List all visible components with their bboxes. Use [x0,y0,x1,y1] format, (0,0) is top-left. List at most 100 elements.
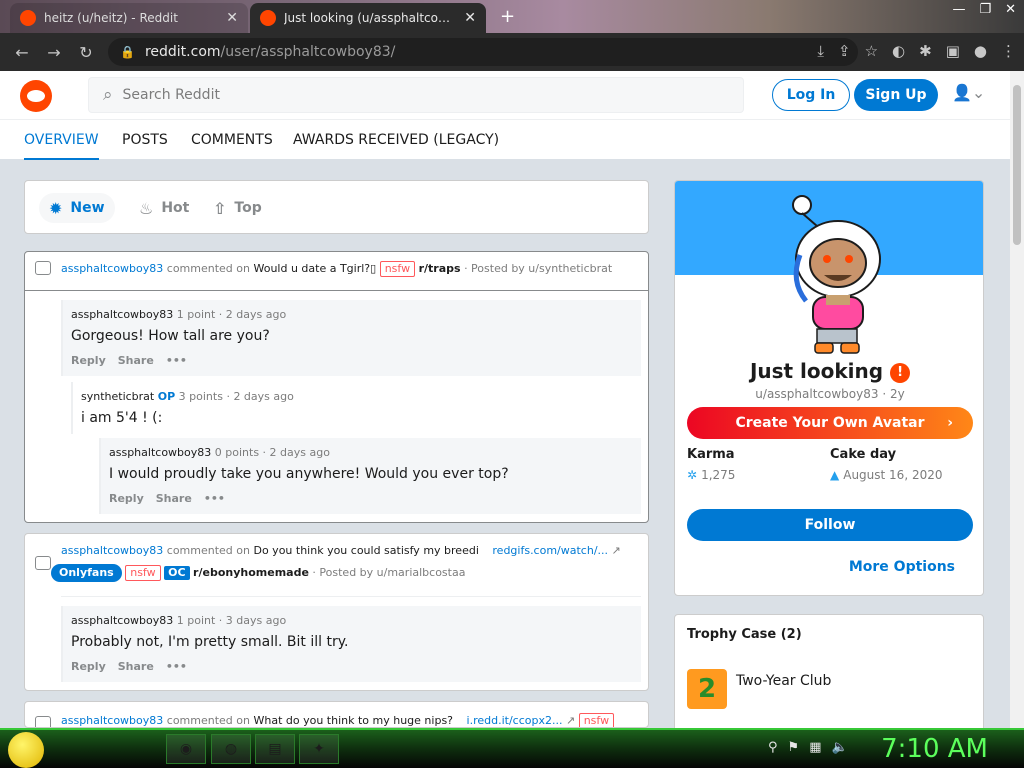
comment-thread-card[interactable]: assphaltcowboy83 commented on Do you thi… [24,533,649,691]
reply-button[interactable]: Reply [109,492,144,505]
account-icon[interactable]: ● [974,42,987,60]
menu-kebab-icon[interactable]: ⋮ [1001,42,1016,60]
search-tray-icon[interactable]: ⚲ [768,740,778,755]
comment-meta: assphaltcowboy83 1 point · 2 days ago [71,308,286,321]
thread-title[interactable]: Do you think you could satisfy my breedi [253,544,478,557]
thread-verb: commented on [166,714,250,727]
chrome-taskbar-icon[interactable]: ◉ [166,734,206,764]
thread-title[interactable]: Would u date a Tgirl?▯ [253,262,376,275]
cakeday-label: Cake day [830,447,897,462]
folder-taskbar-icon[interactable]: ▤ [255,734,295,764]
tab-comments[interactable]: COMMENTS [191,120,273,160]
reply-button[interactable]: Reply [71,354,106,367]
share-icon[interactable]: ⇪ [838,42,851,60]
forward-icon[interactable]: → [38,43,70,62]
sort-top-button[interactable]: ⇧ Top [203,193,272,223]
profile-card: Just looking ! u/assphaltcowboy83 · 2y C… [674,180,984,596]
reply-button[interactable]: Reply [71,660,106,673]
minimize-icon[interactable]: — [952,2,965,17]
sort-new-button[interactable]: ✹ New [39,193,115,223]
karma-stat: Karma ✲ 1,275 [687,447,735,482]
thread-title[interactable]: What do you think to my huge nips? [253,714,453,727]
start-button-icon[interactable] [8,732,44,768]
profile-display-name: Just looking ! [675,359,983,383]
nsfw-warning-icon: ! [890,362,911,383]
comment-user[interactable]: assphaltcowboy83 [109,446,211,459]
share-button[interactable]: Share [156,492,192,505]
more-options-link[interactable]: More Options [849,559,955,575]
browser-tab[interactable]: heitz (u/heitz) - Reddit ✕ [10,3,248,33]
sidepanel-icon[interactable]: ▣ [946,42,960,60]
address-bar[interactable]: 🔒 reddit.com/user/assphaltcowboy83/ [108,38,858,66]
nsfw-flair: nsfw [125,565,161,581]
thread-header: assphaltcowboy83 commented on What do yo… [25,702,648,727]
comment-score-time: 1 point · 3 days ago [176,614,287,627]
close-icon[interactable]: ✕ [226,10,238,26]
extensions-icon[interactable]: ✱ [919,42,932,60]
external-link[interactable]: i.redd.it/ccopx2... [467,714,563,727]
maximize-icon[interactable]: ❐ [979,2,991,17]
comment-thread-card[interactable]: assphaltcowboy83 commented on What do yo… [24,701,649,728]
subreddit-link[interactable]: r/ebonyhomemade [193,566,309,579]
posted-by[interactable]: · Posted by u/syntheticbrat [464,262,612,275]
cake-icon: ▲ [830,468,840,482]
comment-body: Probably not, I'm pretty small. Bit ill … [71,634,349,650]
app-taskbar-icon[interactable]: ✦ [299,734,339,764]
comment-score-time: 0 points · 2 days ago [214,446,330,459]
login-button[interactable]: Log In [772,79,850,111]
browser-tabbar: heitz (u/heitz) - Reddit ✕ Just looking … [0,0,1024,33]
external-link[interactable]: redgifs.com/watch/... [492,544,608,557]
tab-overview[interactable]: OVERVIEW [24,120,99,160]
network-tray-icon[interactable]: ▦ [809,740,821,755]
share-button[interactable]: Share [118,354,154,367]
onlyfans-flair: Onlyfans [51,564,122,582]
bookmark-star-icon[interactable]: ☆ [865,42,878,60]
reddit-favicon-icon [260,10,276,26]
create-avatar-button[interactable]: Create Your Own Avatar › [687,407,973,439]
chevron-right-icon: › [947,415,953,431]
signup-button[interactable]: Sign Up [854,79,938,111]
new-tab-icon[interactable]: + [500,6,515,27]
profile-flag-icon[interactable]: ◐ [892,42,905,60]
comment-user[interactable]: assphaltcowboy83 [71,614,173,627]
reload-icon[interactable]: ↻ [70,43,102,62]
back-icon[interactable]: ← [6,43,38,62]
thread-user[interactable]: assphaltcowboy83 [61,714,163,727]
taskbar-clock[interactable]: 7:10 AM [881,734,988,764]
comment-user[interactable]: syntheticbrat [81,390,154,403]
close-icon[interactable]: ✕ [464,10,476,26]
share-button[interactable]: Share [118,660,154,673]
karma-label: Karma [687,447,735,462]
close-window-icon[interactable]: ✕ [1005,2,1016,17]
install-icon[interactable]: ⤓ [817,42,824,60]
search-input[interactable]: ⌕ Search Reddit [88,77,744,113]
sort-hot-button[interactable]: ♨ Hot [129,193,199,223]
more-icon[interactable]: ••• [166,354,187,367]
lock-icon: 🔒 [120,45,135,59]
browser-tab-active[interactable]: Just looking (u/assphaltcowboy83) ✕ [250,3,486,33]
volume-tray-icon[interactable]: 🔈 [831,740,847,755]
cakeday-stat: Cake day ▲ August 16, 2020 [830,447,942,482]
comment-thread-card[interactable]: assphaltcowboy83 commented on Would u da… [24,251,649,523]
page-scrollbar[interactable] [1010,71,1024,728]
user-menu-icon[interactable]: 👤⌄ [952,83,985,102]
comment: syntheticbrat OP 3 points · 2 days ago i… [71,382,641,434]
subreddit-link[interactable]: r/traps [419,262,461,275]
firefox-taskbar-icon[interactable]: ◍ [211,734,251,764]
more-icon[interactable]: ••• [204,492,225,505]
oc-flair: OC [164,566,190,580]
flag-tray-icon[interactable]: ⚑ [788,740,800,755]
follow-button[interactable]: Follow [687,509,973,541]
tab-posts[interactable]: POSTS [122,120,168,160]
thread-user[interactable]: assphaltcowboy83 [61,262,163,275]
comment-user[interactable]: assphaltcowboy83 [71,308,173,321]
more-icon[interactable]: ••• [166,660,187,673]
sort-label: Top [234,200,262,216]
comment-body: Gorgeous! How tall are you? [71,328,270,344]
reddit-logo-icon[interactable] [20,80,52,112]
karma-icon: ✲ [687,468,698,482]
posted-by[interactable]: · Posted by u/marialbcostaa [312,566,465,579]
comment-icon [35,261,51,275]
tab-awards[interactable]: AWARDS RECEIVED (LEGACY) [293,120,499,160]
thread-user[interactable]: assphaltcowboy83 [61,544,163,557]
